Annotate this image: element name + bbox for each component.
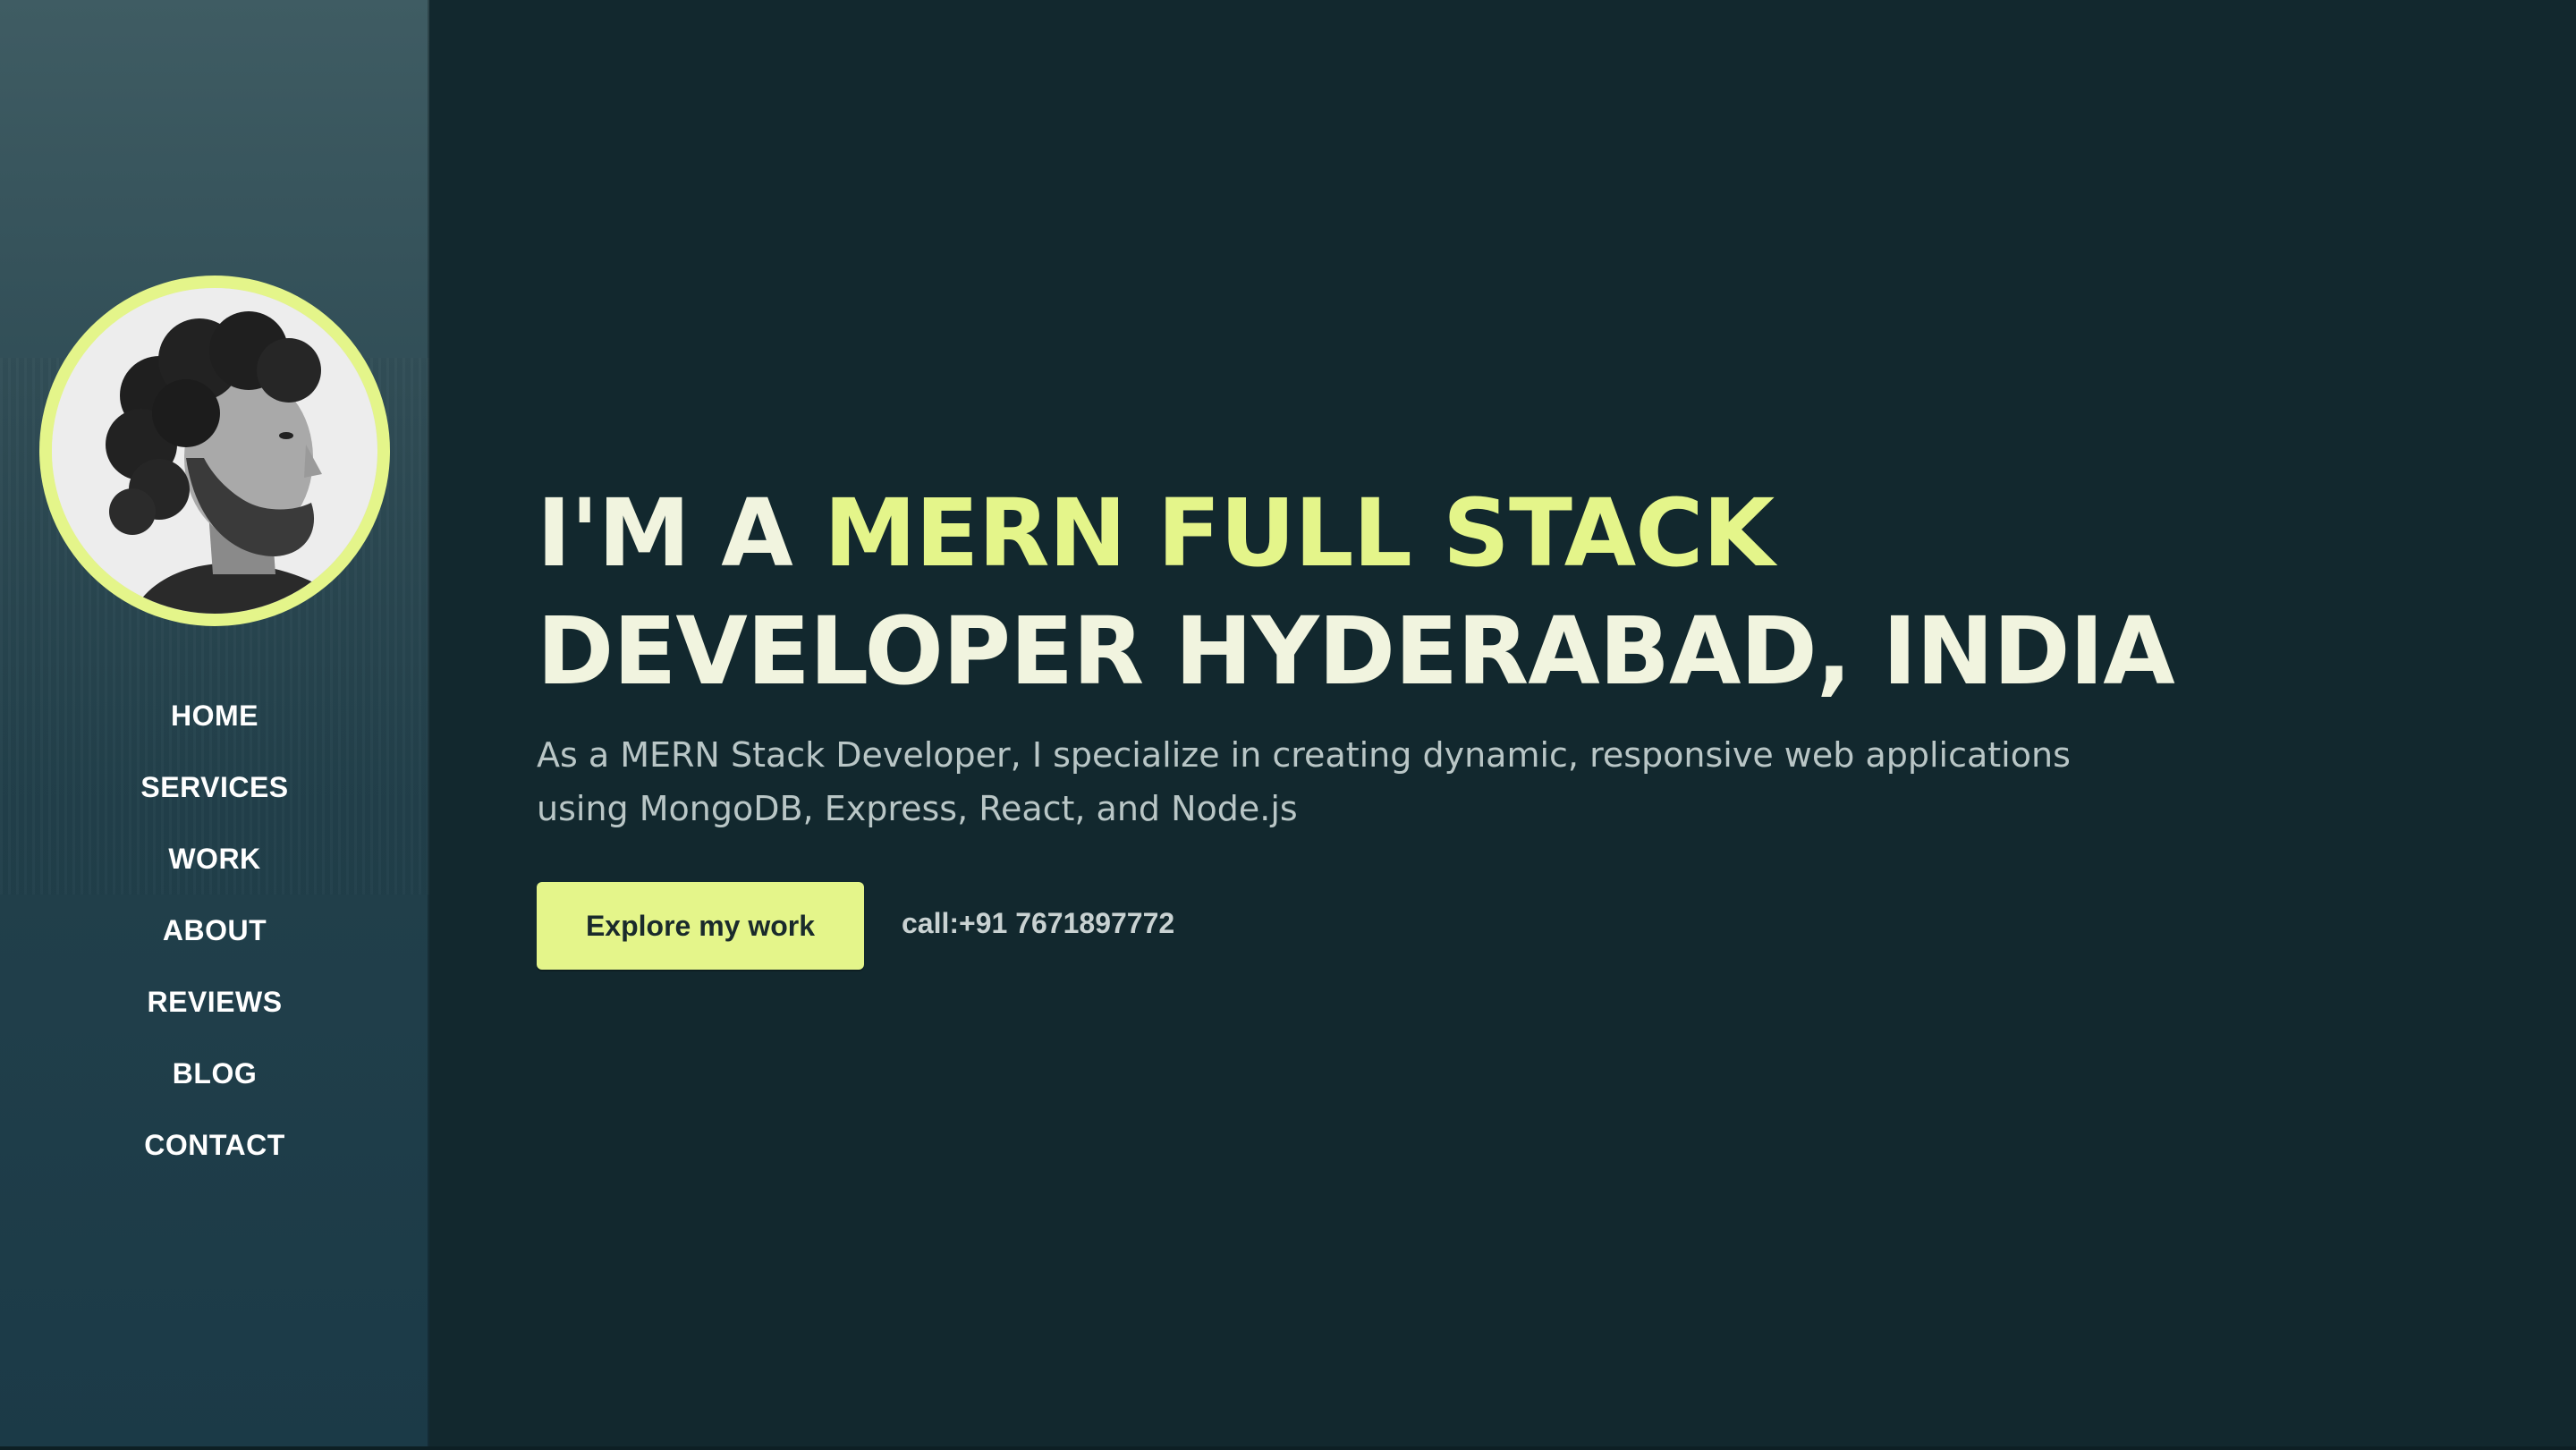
page: HOME SERVICES WORK ABOUT REVIEWS BLOG CO…	[0, 0, 2576, 1450]
nav-item-contact[interactable]: CONTACT	[144, 1120, 285, 1191]
hero-description: As a MERN Stack Developer, I specialize …	[537, 735, 2071, 828]
nav-item-services[interactable]: SERVICES	[140, 762, 288, 834]
nav-item-work[interactable]: WORK	[168, 834, 260, 905]
explore-work-button[interactable]: Explore my work	[537, 882, 864, 970]
portrait-photo-icon	[52, 288, 377, 614]
nav-item-reviews[interactable]: REVIEWS	[147, 977, 282, 1048]
nav-item-home[interactable]: HOME	[171, 691, 258, 762]
nav-item-about[interactable]: ABOUT	[163, 905, 267, 977]
call-link[interactable]: call:+91 7671897772	[902, 907, 1174, 940]
headline-line-2: DEVELOPER HYDERABAD, INDIA	[537, 597, 2175, 706]
hero-headline: I'M A MERN FULL STACK DEVELOPER HYDERABA…	[537, 474, 2236, 710]
cta-row: Explore my work call:+91 7671897772	[537, 882, 2236, 970]
main-nav: HOME SERVICES WORK ABOUT REVIEWS BLOG CO…	[0, 691, 429, 1191]
avatar-ring	[39, 276, 390, 626]
nav-item-blog[interactable]: BLOG	[173, 1048, 257, 1120]
avatar	[52, 288, 377, 614]
hero-section: I'M A MERN FULL STACK DEVELOPER HYDERABA…	[537, 474, 2236, 970]
headline-accent: MERN FULL STACK	[823, 479, 1775, 588]
sidebar: HOME SERVICES WORK ABOUT REVIEWS BLOG CO…	[0, 0, 429, 1450]
headline-prefix: I'M A	[537, 479, 824, 588]
bottom-edge	[0, 1446, 2576, 1450]
